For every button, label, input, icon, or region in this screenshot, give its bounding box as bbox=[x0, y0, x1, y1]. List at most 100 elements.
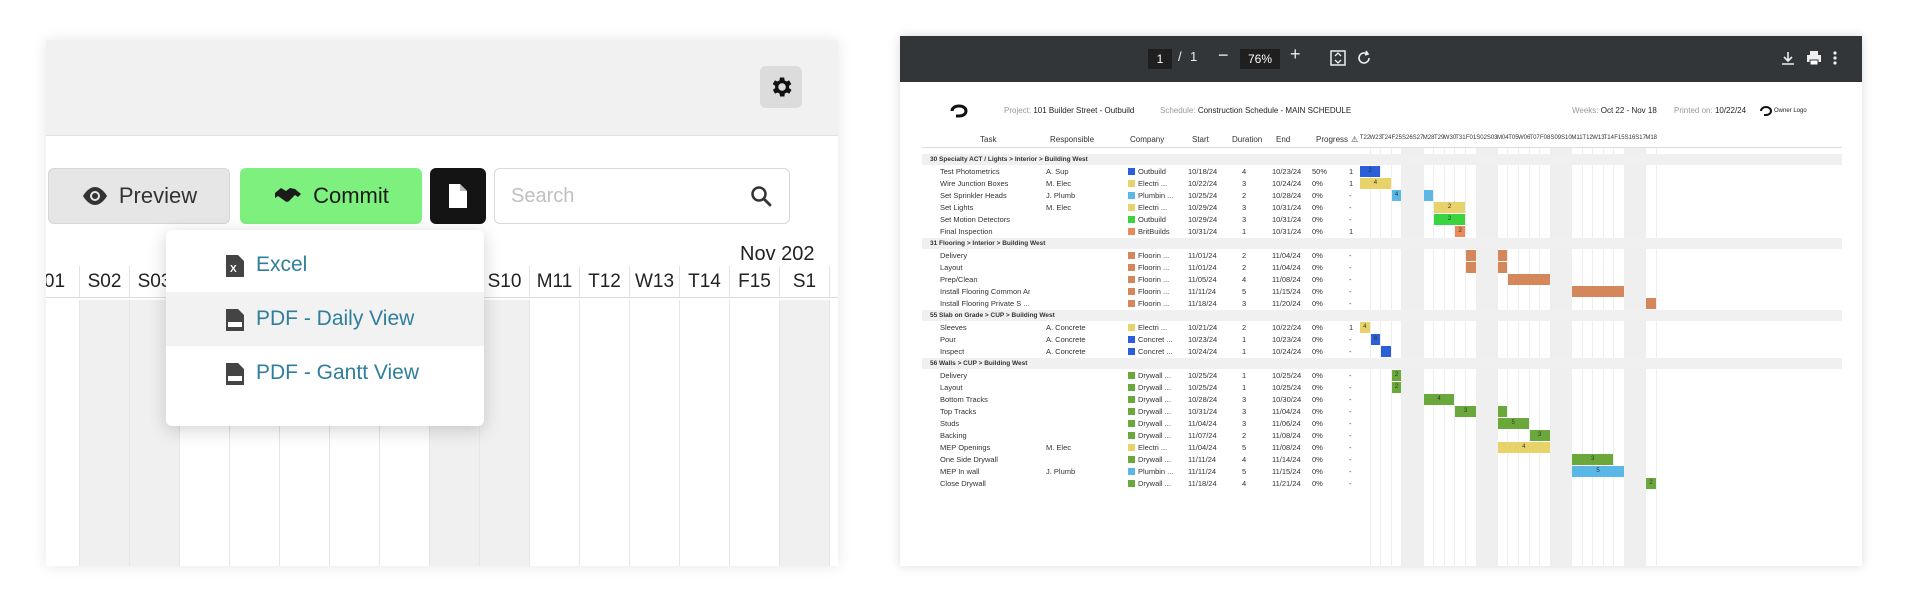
gantt-bar[interactable]: 4 bbox=[1391, 190, 1402, 201]
rotate-icon[interactable] bbox=[1356, 50, 1372, 66]
gantt-bar[interactable]: 3 bbox=[1529, 430, 1550, 441]
company: Concret ... bbox=[1138, 347, 1173, 356]
zoom-in-icon[interactable]: + bbox=[1290, 44, 1301, 65]
schedule-row[interactable]: Close Drywall Drywall ... 11/18/24 4 11/21/2… bbox=[922, 478, 1842, 490]
gantt-bar[interactable]: 2 bbox=[1391, 370, 1402, 381]
end-date: 11/06/24 bbox=[1272, 419, 1301, 428]
duration: 2 bbox=[1242, 431, 1247, 440]
gantt-bar[interactable]: 4 bbox=[1360, 178, 1391, 189]
schedule-row[interactable]: Set Lights M. Elec Electri ... 10/29/24 3 10/… bbox=[922, 202, 1842, 214]
schedule-row[interactable]: Studs Drywall ... 11/04/24 3 11/06/24 0% - 5 bbox=[922, 418, 1842, 430]
flag: - bbox=[1349, 467, 1352, 476]
gantt-bar[interactable]: 4 bbox=[1423, 394, 1455, 405]
end-date: 11/04/24 bbox=[1272, 251, 1301, 260]
end-date: 10/23/24 bbox=[1272, 335, 1302, 344]
schedule-row[interactable]: Delivery Floorin ... 11/01/24 2 11/04/24 0% - bbox=[922, 250, 1842, 262]
start-date: 10/23/24 bbox=[1188, 335, 1218, 344]
print-icon[interactable] bbox=[1806, 50, 1822, 66]
company-color-swatch bbox=[1128, 204, 1135, 211]
schedule-row[interactable]: Top Tracks Drywall ... 10/31/24 3 11/04/24 0%… bbox=[922, 406, 1842, 418]
search-icon[interactable] bbox=[749, 184, 773, 208]
search-input[interactable] bbox=[511, 181, 731, 211]
task-name: Layout bbox=[940, 383, 963, 392]
menu-item-excel[interactable]: X Excel bbox=[166, 238, 484, 292]
schedule-row[interactable]: Wire Junction Boxes M. Elec Electri ... 10/… bbox=[922, 178, 1842, 190]
zoom-out-icon[interactable]: − bbox=[1218, 45, 1229, 66]
company-color-swatch bbox=[1128, 408, 1135, 415]
end-date: 10/24/24 bbox=[1272, 179, 1302, 188]
more-options-icon[interactable] bbox=[1832, 50, 1838, 66]
gantt-bar[interactable] bbox=[1497, 250, 1508, 261]
menu-item-pdf-gantt[interactable]: PDF - Gantt View bbox=[166, 346, 484, 400]
schedule-row[interactable]: Backing Drywall ... 11/07/24 2 11/08/24 0% - 3 bbox=[922, 430, 1842, 442]
gantt-bar[interactable] bbox=[1466, 262, 1476, 273]
settings-button[interactable] bbox=[760, 66, 802, 108]
schedule-panel: Preview Commit Nov 202 01S02S03M04T05W06… bbox=[46, 40, 838, 566]
schedule-row[interactable]: Bottom Tracks Drywall ... 10/28/24 3 10/30/2… bbox=[922, 394, 1842, 406]
schedule-row[interactable]: Delivery Drywall ... 10/25/24 1 10/25/24 0% - 2 bbox=[922, 370, 1842, 382]
gantt-bar[interactable]: 2 bbox=[1360, 166, 1381, 177]
task-name: Install Flooring Private S ... bbox=[940, 299, 1030, 308]
export-button[interactable] bbox=[430, 168, 486, 224]
gantt-bar[interactable] bbox=[1497, 262, 1508, 273]
schedule-row[interactable]: Test Photometrics A. Sup Outbuild 10/18/24 4… bbox=[922, 166, 1842, 178]
schedule-row[interactable]: MEP Openings M. Elec Electri ... 11/04/24 5 1… bbox=[922, 442, 1842, 454]
column-header: Start bbox=[1192, 135, 1209, 144]
commit-button[interactable]: Commit bbox=[240, 168, 422, 224]
schedule-row[interactable]: MEP In wall J. Plumb Plumbin ... 11/11/24 5 1… bbox=[922, 466, 1842, 478]
start-date: 10/25/24 bbox=[1188, 371, 1218, 380]
start-date: 10/25/24 bbox=[1188, 383, 1218, 392]
preview-button[interactable]: Preview bbox=[48, 168, 230, 224]
schedule-row[interactable]: Set Motion Detectors Outbuild 10/29/24 3 10/… bbox=[922, 214, 1842, 226]
gantt-bar[interactable] bbox=[1423, 190, 1434, 201]
gantt-bar[interactable] bbox=[1646, 298, 1656, 309]
company-color-swatch bbox=[1128, 420, 1135, 427]
schedule-row[interactable]: Layout Drywall ... 10/25/24 1 10/25/24 0% - 2 bbox=[922, 382, 1842, 394]
column-header: End bbox=[1276, 135, 1291, 144]
schedule-row[interactable]: Sleeves A. Concrete Electri ... 10/21/24 2 10… bbox=[922, 322, 1842, 334]
start-date: 11/11/24 bbox=[1188, 467, 1217, 476]
schedule-row[interactable]: Layout Floorin ... 11/01/24 2 11/04/24 0% - bbox=[922, 262, 1842, 274]
flag: 1 bbox=[1349, 227, 1354, 236]
progress: 0% bbox=[1312, 443, 1323, 452]
gantt-bar[interactable]: 2 bbox=[1455, 226, 1465, 237]
gantt-bar[interactable] bbox=[1497, 406, 1508, 417]
duration: 3 bbox=[1242, 215, 1247, 224]
schedule-row[interactable]: Inspect A. Concrete Concret ... 10/24/24 1 10… bbox=[922, 346, 1842, 358]
gantt-bar[interactable]: 3 bbox=[1455, 406, 1476, 417]
gantt-bar[interactable]: 5 bbox=[1497, 418, 1529, 429]
gantt-bar[interactable]: 3 bbox=[1572, 454, 1614, 465]
gantt-bar[interactable] bbox=[1381, 346, 1391, 357]
responsible: J. Plumb bbox=[1046, 467, 1076, 476]
start-date: 10/29/24 bbox=[1188, 215, 1218, 224]
schedule-row[interactable]: Pour A. Concrete Concret ... 10/23/24 1 10/23… bbox=[922, 334, 1842, 346]
schedule-row[interactable]: Final Inspection BritBuilds 10/31/24 1 10/31… bbox=[922, 226, 1842, 238]
gantt-bar[interactable] bbox=[1466, 250, 1476, 261]
task-name: Delivery bbox=[940, 371, 968, 380]
fit-page-icon[interactable] bbox=[1330, 50, 1346, 66]
schedule-row[interactable]: Prep/Clean Floorin ... 11/05/24 4 11/08/24 0%… bbox=[922, 274, 1842, 286]
start-date: 10/22/24 bbox=[1188, 179, 1218, 188]
flag: - bbox=[1349, 203, 1352, 212]
schedule-row[interactable]: Set Sprinkler Heads J. Plumb Plumbin ... 10… bbox=[922, 190, 1842, 202]
gantt-bar[interactable]: 4 bbox=[1497, 442, 1550, 453]
gantt-day-label: M18 bbox=[1645, 135, 1658, 141]
schedule-row[interactable]: Install Flooring Common Area Floorin ... 1… bbox=[922, 286, 1842, 298]
gantt-bar[interactable]: 2 bbox=[1646, 478, 1656, 489]
schedule-row[interactable]: Install Flooring Private S ... Floorin ..… bbox=[922, 298, 1842, 310]
gantt-bar[interactable] bbox=[1572, 286, 1624, 297]
gantt-bar[interactable]: 2 bbox=[1434, 214, 1465, 225]
company-color-swatch bbox=[1128, 300, 1135, 307]
page-number-input[interactable]: 1 bbox=[1148, 49, 1172, 69]
schedule-row[interactable]: One Side Drywall Drywall ... 11/11/24 4 11/1… bbox=[922, 454, 1842, 466]
gantt-bar[interactable]: 8 bbox=[1370, 334, 1381, 345]
gantt-bar[interactable]: 4 bbox=[1360, 322, 1370, 333]
company-color-swatch bbox=[1128, 192, 1135, 199]
gantt-bar[interactable]: 5 bbox=[1572, 466, 1624, 477]
download-icon[interactable] bbox=[1780, 50, 1796, 66]
gantt-bar[interactable]: 2 bbox=[1434, 202, 1465, 213]
gantt-bar[interactable]: 2 bbox=[1391, 382, 1402, 393]
gantt-bar[interactable] bbox=[1508, 274, 1550, 285]
menu-item-pdf-daily[interactable]: PDF - Daily View bbox=[166, 292, 484, 346]
zoom-input[interactable]: 76% bbox=[1240, 49, 1280, 69]
